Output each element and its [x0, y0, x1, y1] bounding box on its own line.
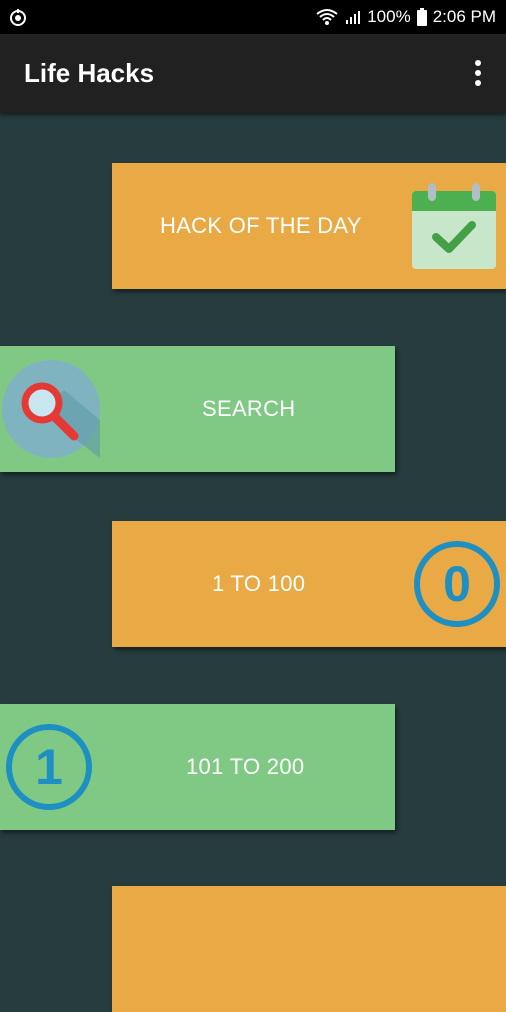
digit-zero-icon: 0	[414, 541, 500, 627]
app-title: Life Hacks	[24, 58, 155, 88]
search-icon	[2, 360, 100, 458]
status-right: 100% 2:06 PM	[315, 7, 496, 27]
overflow-menu-icon[interactable]	[468, 58, 488, 88]
svg-text:1: 1	[35, 739, 63, 795]
sync-icon	[10, 9, 26, 26]
range-101-200-button[interactable]: 1 101 TO 200	[0, 704, 395, 830]
tile-label: HACK OF THE DAY	[160, 213, 362, 238]
search-button[interactable]: SEARCH	[0, 346, 395, 472]
battery-icon	[416, 8, 427, 26]
tile-label: 1 TO 100	[212, 571, 306, 596]
status-bar: 100% 2:06 PM	[0, 0, 506, 34]
signal-icon	[346, 11, 361, 24]
battery-percent: 100%	[367, 7, 411, 26]
tile-label: 101 TO 200	[186, 754, 305, 779]
app-bar: Life Hacks	[0, 34, 506, 113]
wifi-icon	[316, 9, 338, 25]
range-1-100-button[interactable]: 1 TO 100 0	[112, 521, 506, 647]
next-range-button[interactable]	[112, 886, 506, 1012]
clock: 2:06 PM	[432, 7, 496, 26]
svg-text:0: 0	[443, 556, 471, 612]
tile-label: SEARCH	[202, 396, 296, 421]
calendar-check-icon	[412, 183, 496, 269]
digit-one-icon: 1	[6, 724, 92, 810]
hack-of-the-day-button[interactable]: HACK OF THE DAY	[112, 163, 506, 289]
